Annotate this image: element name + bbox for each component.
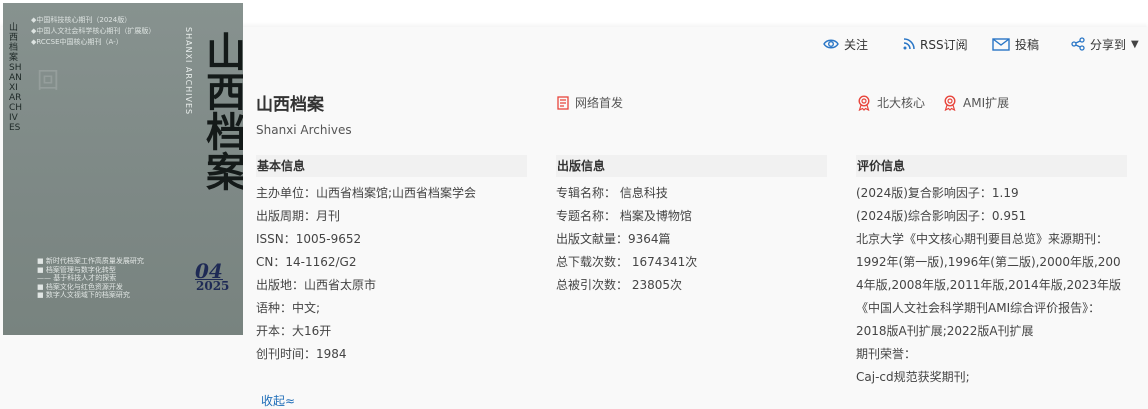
info-row: 出版周期：月刊	[256, 209, 341, 223]
submit-button[interactable]: 投稿	[992, 36, 1039, 53]
eval-info-section: 评价信息 (2024版)复合影响因子：1.19 (2024版)综合影响因子：0.…	[856, 155, 1127, 389]
cover-toc-item: ■ 档案文化与红色资源开发	[37, 282, 123, 291]
info-row: 专题名称： 档案及博物馆	[556, 209, 692, 223]
publish-info-heading: 出版信息	[556, 155, 827, 177]
cover-year: 2025	[196, 279, 230, 293]
info-row: 主办单位：山西省档案馆;山西省档案学会	[256, 186, 477, 200]
follow-button[interactable]: 关注	[823, 36, 868, 53]
collapse-link[interactable]: 收起≈	[261, 392, 295, 409]
info-row: 总下载次数： 1674341次	[556, 255, 698, 269]
cover-bullet: ◆中国科技核心期刊（2024版）	[31, 16, 132, 24]
cover-toc-item: ■ 档案管理与数字化转型	[37, 265, 116, 274]
cover-toc: ■ 新时代档案工作高质量发展研究 ■ 档案管理与数字化转型 —— 基于科技人才的…	[37, 257, 144, 300]
core-tag-ami: AMI扩展	[943, 94, 1009, 111]
journal-detail-page: ◆中国科技核心期刊（2024版） ◆中国人文社会科学核心期刊（扩展版） ◆RCC…	[0, 0, 1148, 409]
info-row: 出版地：山西省太原市	[256, 278, 377, 292]
chevron-down-icon: ▼	[1131, 38, 1139, 50]
info-row: 语种：中文;	[256, 301, 321, 315]
rss-label: RSS订阅	[920, 37, 968, 52]
online-first-label: 网络首发	[575, 96, 624, 110]
follow-label: 关注	[844, 37, 869, 52]
info-row: (2024版)综合影响因子：0.951	[856, 209, 1027, 223]
action-bar: 投稿	[992, 36, 1039, 52]
publish-info-section: 出版信息 专辑名称： 信息科技 专题名称： 档案及博物馆 出版文献量：9364篇…	[556, 155, 827, 297]
basic-info-rows: 主办单位：山西省档案馆;山西省档案学会 出版周期：月刊 ISSN：1005-96…	[256, 182, 527, 366]
info-row: CN：14-1162/G2	[256, 255, 357, 269]
cover-toc-item: ■ 数字人文视域下的档案研究	[37, 291, 130, 299]
info-row: 《中国人文社会科学期刊AMI综合评价报告》：	[856, 301, 1101, 315]
rss-button[interactable]: RSS订阅	[903, 36, 968, 53]
info-row: (2024版)复合影响因子：1.19	[856, 186, 1019, 200]
info-row: 出版文献量：9364篇	[556, 232, 671, 246]
envelope-icon	[992, 37, 1010, 51]
info-row: 总被引次数： 23805次	[556, 278, 682, 292]
cover-toc-item: —— 基于科技人才的探索	[37, 274, 117, 282]
info-row: 开本：大16开	[256, 324, 332, 338]
info-row: 专辑名称： 信息科技	[556, 186, 668, 200]
info-row: 期刊荣誉：	[856, 347, 917, 361]
core-tag-label: 北大核心	[877, 96, 926, 110]
award-icon	[944, 94, 956, 111]
journal-subtitle: Shanxi Archives	[256, 123, 352, 137]
info-row: 创刊时间：1984	[256, 347, 347, 361]
core-tag-label: AMI扩展	[963, 96, 1010, 110]
cover-seal: 回	[37, 69, 60, 94]
award-icon	[858, 94, 870, 111]
rss-icon	[903, 38, 915, 50]
publish-info-rows: 专辑名称： 信息科技 专题名称： 档案及博物馆 出版文献量：9364篇 总下载次…	[556, 182, 827, 297]
submit-label: 投稿	[1015, 37, 1040, 52]
basic-info-heading: 基本信息	[256, 155, 527, 177]
share-icon	[1071, 37, 1085, 51]
journal-cover[interactable]: ◆中国科技核心期刊（2024版） ◆中国人文社会科学核心期刊（扩展版） ◆RCC…	[3, 3, 243, 335]
cover-english: SHANXI ARCHIVES	[184, 27, 193, 116]
eval-info-heading: 评价信息	[856, 155, 1127, 177]
eye-icon	[823, 39, 839, 49]
cover-bullets: ◆中国科技核心期刊（2024版） ◆中国人文社会科学核心期刊（扩展版） ◆RCC…	[31, 15, 155, 48]
info-row: 2018版A刊扩展;2022版A刊扩展	[856, 324, 1034, 338]
cover-spine-text: 山西档案 SHANXI ARCHIVES	[9, 23, 23, 133]
journal-title: 山西档案	[256, 95, 324, 115]
info-row: Caj-cd规范获奖期刊;	[856, 370, 970, 384]
share-label: 分享到	[1090, 37, 1127, 52]
share-button[interactable]: 分享到 ▼	[1071, 36, 1139, 53]
cover-bullet: ◆RCCSE中国核心期刊（A-）	[31, 38, 123, 46]
action-bar: 分享到 ▼	[1071, 36, 1139, 52]
action-bar: 关注	[823, 36, 868, 52]
cover-toc-item: ■ 新时代档案工作高质量发展研究	[37, 257, 144, 265]
cover-bullet: ◆中国人文社会科学核心期刊（扩展版）	[31, 27, 156, 35]
document-icon	[557, 95, 569, 110]
action-bar: RSS订阅	[903, 36, 968, 52]
cover-title: 山西档案	[199, 31, 243, 191]
info-row: ISSN：1005-9652	[256, 232, 362, 246]
info-row: 北京大学《中文核心期刊要目总览》来源期刊：	[856, 232, 1109, 246]
core-tag-pku: 北大核心	[857, 94, 925, 111]
info-row: 1992年(第一版),1996年(第二版),2000年版,2004年版,2008…	[856, 255, 1122, 292]
online-first-tag[interactable]: 网络首发	[557, 94, 623, 111]
eval-info-rows: (2024版)复合影响因子：1.19 (2024版)综合影响因子：0.951 北…	[856, 182, 1127, 389]
basic-info-section: 基本信息 主办单位：山西省档案馆;山西省档案学会 出版周期：月刊 ISSN：10…	[256, 155, 527, 366]
